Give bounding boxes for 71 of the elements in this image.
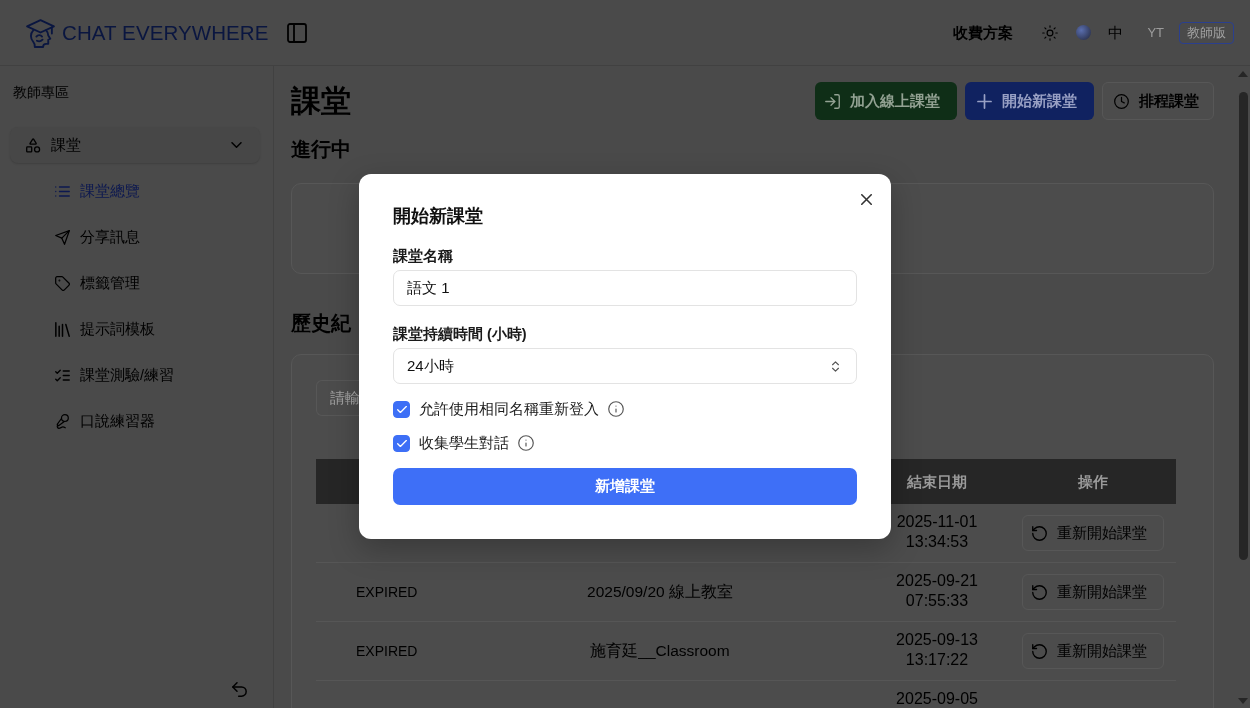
field-label: 課堂名稱	[393, 247, 454, 265]
sidebar-toggle-icon[interactable]	[286, 22, 307, 43]
counterclockwise-arrow-icon	[1032, 584, 1047, 600]
clock-icon	[1114, 93, 1129, 109]
sun-icon[interactable]	[1042, 24, 1059, 41]
info-icon[interactable]	[608, 401, 624, 417]
counterclockwise-arrow-icon	[1032, 525, 1047, 541]
column-header: 結束日期	[907, 472, 967, 491]
chevron-down-icon	[231, 142, 242, 148]
sidebar-item[interactable]: 課堂測驗/練習	[10, 352, 260, 398]
checkbox-label: 收集學生對話	[419, 434, 509, 452]
dialog-title: 開始新課堂	[393, 205, 484, 228]
language-button[interactable]: 中	[1108, 23, 1124, 42]
checklist-icon	[55, 367, 70, 383]
check-icon	[396, 405, 407, 413]
restart-class-button[interactable]: 重新開始課堂	[1022, 515, 1164, 551]
books-icon	[55, 321, 70, 337]
graduation-cap-icon	[25, 17, 56, 48]
end-date-text: 2025-09-21 07:55:33	[895, 571, 979, 611]
undo-arrow-icon[interactable]	[232, 682, 247, 697]
sidebar-group[interactable]: 課堂	[10, 127, 260, 163]
sidebar-item[interactable]: 口說練習器	[10, 398, 260, 444]
create-class-button[interactable]: 新增課堂	[393, 468, 857, 505]
sidebar-item[interactable]: 分享訊息	[10, 214, 260, 260]
check-icon	[396, 439, 407, 447]
restart-class-button[interactable]: 重新開始課堂	[1022, 633, 1164, 669]
info-icon[interactable]	[518, 435, 534, 451]
plus-icon	[977, 93, 992, 109]
class-name-text: 施育廷__Classroom	[590, 641, 730, 661]
sidebar-heading: 教師專區	[12, 83, 70, 101]
checkbox[interactable]	[393, 400, 410, 418]
column-header: 操作	[1078, 472, 1108, 491]
checkbox[interactable]	[393, 434, 410, 452]
pricing-link[interactable]: 收費方案	[953, 23, 1014, 42]
page-title: 課堂	[291, 83, 351, 119]
status-text: EXPIRED	[356, 583, 418, 601]
end-date-text: 2025-09-05	[896, 689, 978, 708]
field-label: 課堂持續時間 (小時)	[393, 325, 528, 343]
scroll-down-triangle-icon[interactable]	[1238, 698, 1248, 704]
logo-link[interactable]: CHAT EVERYWHERE	[25, 17, 269, 48]
shapes-icon	[26, 137, 41, 153]
class-name-input[interactable]: 語文 1	[393, 270, 857, 306]
tag-icon	[55, 275, 70, 291]
sidebar-item[interactable]: 提示詞模板	[10, 306, 260, 352]
end-date-text: 2025-11-01 13:34:53	[895, 512, 979, 552]
counterclockwise-arrow-icon	[1032, 643, 1047, 659]
section-heading: 歷史紀	[291, 311, 351, 336]
avatar-initials[interactable]: YT	[1147, 24, 1164, 41]
join-class-button[interactable]: 加入線上課堂	[815, 82, 957, 120]
search-field[interactable]: 請輸	[316, 380, 359, 416]
up-down-chevron-icon	[832, 360, 839, 372]
duration-select[interactable]: 24小時	[393, 348, 857, 384]
schedule-button[interactable]: 排程課堂	[1102, 82, 1214, 120]
sidebar-item[interactable]: 標籤管理	[10, 260, 260, 306]
class-name-text: 2025/09/20 線上教室	[587, 582, 733, 602]
sphere-icon[interactable]	[1076, 25, 1092, 40]
microphone-icon	[55, 413, 70, 429]
arrow-into-bracket-icon	[825, 93, 840, 109]
paper-plane-icon	[55, 229, 70, 245]
close-icon[interactable]	[861, 194, 872, 205]
section-heading: 進行中	[291, 137, 351, 162]
sidebar-item[interactable]: 課堂總覽	[10, 168, 260, 214]
scroll-up-triangle-icon[interactable]	[1238, 71, 1248, 77]
new-class-button[interactable]: 開始新課堂	[965, 82, 1094, 120]
restart-class-button[interactable]: 重新開始課堂	[1022, 574, 1164, 610]
list-icon	[55, 183, 70, 199]
teacher-badge: 教師版	[1179, 21, 1234, 44]
status-text: EXPIRED	[356, 642, 418, 660]
end-date-text: 2025-09-13 13:17:22	[895, 630, 979, 670]
scrollbar-thumb[interactable]	[1238, 92, 1248, 560]
checkbox-label: 允許使用相同名稱重新登入	[419, 400, 599, 418]
